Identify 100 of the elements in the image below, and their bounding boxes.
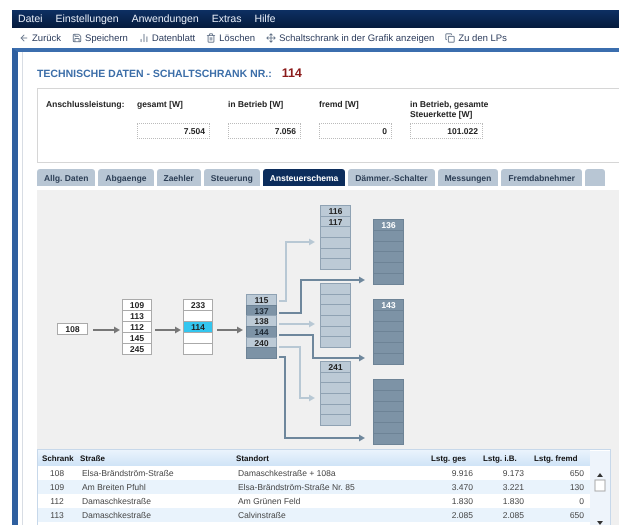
table-cell-text: 3.221 (502, 482, 525, 492)
tab[interactable]: Abgaenge (98, 169, 154, 186)
table-cell-text: 1.830 (502, 496, 525, 506)
cabinet-node[interactable]: 241 (320, 361, 351, 373)
cabinet-node[interactable] (320, 304, 351, 316)
field-label: in Betrieb [W] (228, 99, 284, 111)
column-header[interactable]: Lstg. fremd (530, 454, 590, 462)
cabinet-node[interactable]: 112 (122, 321, 152, 333)
cabinet-node[interactable] (373, 379, 404, 391)
cabinet-node[interactable] (183, 343, 213, 355)
cabinet-node[interactable] (373, 342, 404, 354)
input-field[interactable]: 7.056 (228, 123, 301, 139)
column-header[interactable]: Lstg. i.B. (479, 454, 530, 462)
table-row[interactable]: 113 Damaschkestraße Calvinstraße 2.085 2.085 650 (38, 508, 590, 522)
trash-icon (206, 33, 216, 43)
cabinet-node[interactable] (320, 382, 351, 394)
table-cell-text: 2.085 (450, 510, 474, 520)
table-row[interactable]: 109 Am Breiten Pfuhl Elsa-Brändström-Straße Nr. 85 3.470 3.221 130 (38, 480, 590, 494)
column-header[interactable]: Schrank (38, 454, 76, 462)
cabinet-node[interactable]: 233 (183, 299, 213, 311)
menu-item[interactable]: Datei (18, 13, 43, 25)
menu-item[interactable]: Extras (212, 13, 242, 25)
cabinet-node[interactable] (373, 422, 404, 434)
arrow (155, 326, 181, 334)
arrow (217, 326, 243, 334)
cabinet-node[interactable] (183, 310, 213, 322)
cabinet-node[interactable]: 114 (183, 321, 213, 333)
toolbar-button[interactable]: Schaltschrank in der Grafik anzeigen (266, 32, 434, 44)
cabinet-node[interactable] (373, 310, 404, 322)
cabinet-node[interactable] (373, 411, 404, 424)
tab[interactable]: Steuerung (204, 169, 260, 186)
copy-icon (445, 33, 456, 43)
table-cell-text: 109 (48, 482, 66, 492)
cabinet-node[interactable]: 108 (57, 323, 88, 335)
column-header[interactable]: Straße (76, 454, 232, 462)
arrow (279, 320, 315, 328)
cabinet-node[interactable]: 115 (246, 294, 277, 306)
cabinet-node[interactable] (373, 432, 404, 445)
table-cell-text: Damaschkestraße (81, 510, 152, 520)
cabinet-node[interactable] (320, 258, 351, 270)
cabinet-node[interactable] (320, 237, 351, 249)
cabinet-node[interactable] (373, 331, 404, 344)
cabinet-number: 114 (282, 66, 302, 80)
cabinet-node[interactable] (320, 393, 351, 405)
cabinet-node[interactable]: 245 (122, 343, 152, 355)
cabinet-node[interactable] (320, 226, 351, 238)
cabinet-node[interactable]: 113 (122, 310, 152, 322)
table-cell-text: 650 (568, 510, 585, 520)
cabinet-node[interactable] (246, 347, 277, 360)
column-header[interactable]: Standort (232, 454, 427, 462)
table-cell-text: 650 (568, 468, 585, 478)
table-cell-text: Elsa-Brändström-Straße (81, 468, 175, 478)
cabinet-node[interactable] (373, 352, 404, 365)
arrow-left-icon (19, 33, 29, 43)
tab[interactable]: Zaehler (156, 169, 201, 186)
table-cell-text: 113 (49, 510, 65, 520)
table-cell-text: Calvinstraße (237, 510, 287, 520)
table-cell-text: 9.916 (450, 468, 474, 478)
tab[interactable]: Ansteuerschema (262, 169, 346, 186)
chart-icon (138, 33, 149, 43)
input-field[interactable]: 0 (319, 123, 392, 139)
cabinet-node[interactable] (373, 390, 404, 402)
toolbar-button[interactable]: Datenblatt (138, 32, 196, 44)
menu-item[interactable]: Anwendungen (132, 13, 199, 25)
menu-item[interactable]: Hilfe (254, 13, 276, 25)
field-label: gesamt [W] (137, 99, 184, 111)
input-field[interactable]: 7.504 (137, 123, 210, 139)
input-field[interactable]: 101.022 (410, 123, 483, 139)
cabinet-node[interactable]: 116 (320, 205, 351, 217)
tab[interactable]: Messungen (438, 169, 498, 186)
table-cell-text: Elsa-Brändström-Straße Nr. 85 (237, 482, 356, 492)
table-cell-text: 9.173 (502, 468, 525, 478)
move-icon (266, 33, 276, 43)
cabinet-node[interactable] (373, 262, 404, 274)
cabinet-node[interactable] (183, 332, 213, 344)
cabinet-node[interactable]: 145 (122, 332, 152, 344)
toolbar-button[interactable]: Speichern (72, 32, 128, 44)
cabinet-node[interactable] (320, 315, 351, 327)
toolbar-button[interactable]: Zu den LPs (445, 32, 507, 44)
cabinet-node[interactable]: 144 (246, 326, 277, 338)
toolbar-button[interactable]: Zurück (19, 32, 62, 44)
cabinet-node[interactable] (373, 230, 404, 242)
column-header[interactable]: Lstg. ges (427, 454, 479, 462)
tab[interactable] (584, 169, 605, 186)
menu-item[interactable]: Einstellungen (56, 13, 119, 25)
table-cell-text: 0 (578, 496, 585, 506)
cabinet-node[interactable]: 138 (246, 315, 277, 328)
tab[interactable]: Allg. Daten (37, 169, 96, 186)
cabinet-node[interactable] (320, 283, 351, 295)
cabinet-node[interactable] (373, 272, 404, 285)
scrollbar[interactable] (590, 450, 610, 525)
field-label: in Betrieb, gesamte Steuerkette [W] (410, 99, 490, 121)
cabinet-node[interactable] (320, 414, 351, 426)
cabinet-node[interactable] (320, 336, 351, 348)
cabinet-node[interactable] (373, 251, 404, 264)
cabinet-node[interactable]: 109 (122, 299, 152, 311)
tab[interactable]: Dämmer.-Schalter (348, 169, 435, 186)
tab[interactable]: Fremdabnehmer (501, 169, 582, 186)
toolbar-button[interactable]: Löschen (206, 32, 256, 44)
table-cell-text: 1.830 (450, 496, 474, 506)
